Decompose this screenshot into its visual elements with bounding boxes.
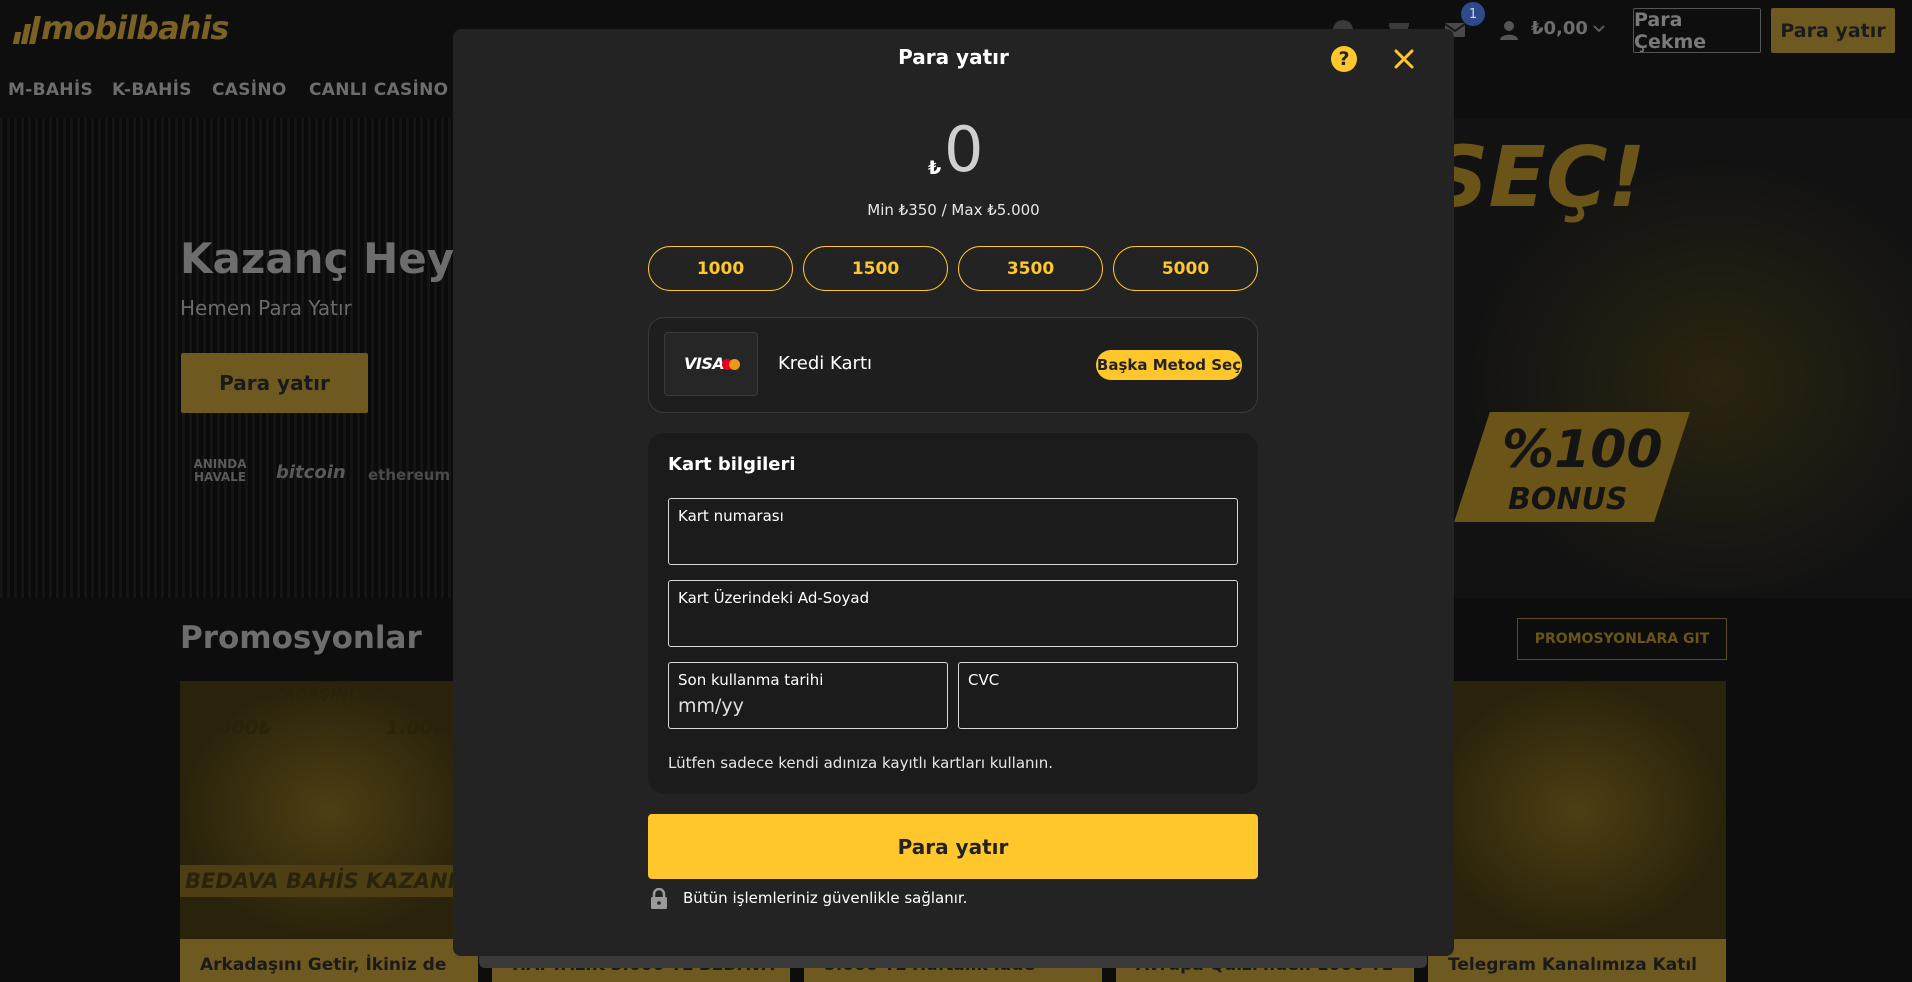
card-holder-input[interactable] <box>678 609 1228 639</box>
promo-card[interactable]: ARKADAŞINI GETİR 1.000₺ 1.000₺ BEDAVA BA… <box>180 681 478 982</box>
user-icon[interactable] <box>1497 18 1521 42</box>
card-number-label: Kart numarası <box>678 507 784 525</box>
logo-bars-icon <box>12 14 41 44</box>
preset-amount-button[interactable]: 5000 <box>1113 246 1258 291</box>
security-note: Bütün işlemleriniz güvenlikle sağlanır. <box>683 889 968 907</box>
card-ownership-note: Lütfen sadece kendi adınıza kayıtlı kart… <box>668 754 1053 772</box>
havale-logo: ANINDA HAVALE <box>193 457 247 484</box>
cvc-field[interactable]: CVC <box>958 662 1238 729</box>
promo-card-amount-right: 1.000₺ <box>386 717 460 739</box>
hero-banner-text: SEÇ! <box>1428 128 1646 226</box>
bonus-label: BONUS <box>1508 482 1628 517</box>
hero-deposit-button[interactable]: Para yatır <box>181 353 368 413</box>
preset-amount-button[interactable]: 3500 <box>958 246 1103 291</box>
deposit-button[interactable]: Para yatır <box>1771 8 1895 53</box>
nav-item-m-bahis[interactable]: M-BAHİS <box>8 80 93 100</box>
amount-currency: ₺ <box>928 157 942 179</box>
nav-item-k-bahis[interactable]: K-BAHİS <box>112 80 192 100</box>
lock-icon <box>651 888 667 909</box>
promo-card-caption: Arkadaşını Getir, İkiniz de <box>180 939 478 982</box>
expiry-input[interactable] <box>678 691 938 721</box>
nav-item-casino[interactable]: CASİNO <box>212 80 287 100</box>
promotions-link[interactable]: PROMOSYONLARA GIT <box>1517 618 1727 660</box>
expiry-label: Son kullanma tarihi <box>678 671 824 689</box>
balance-amount[interactable]: ₺0,00 <box>1531 18 1588 39</box>
nav-item-canli-casino[interactable]: CANLI CASİNO <box>309 80 448 100</box>
expiry-field[interactable]: Son kullanma tarihi <box>668 662 948 729</box>
notification-badge: 1 <box>1461 2 1485 26</box>
payment-method-name: Kredi Kartı <box>778 353 873 374</box>
promotions-title: Promosyonlar <box>180 620 422 656</box>
bitcoin-logo: bitcoin <box>276 462 346 483</box>
promo-card-banner: BEDAVA BAHİS KAZANIN <box>180 865 478 897</box>
withdraw-button[interactable]: Para Çekme <box>1633 8 1761 53</box>
preset-amount-button[interactable]: 1500 <box>803 246 948 291</box>
promo-card-tag: ARKADAŞINI GETİR <box>248 685 410 703</box>
promo-card-image <box>1428 681 1726 939</box>
card-number-input[interactable] <box>678 527 1228 557</box>
cvc-label: CVC <box>968 671 1000 689</box>
promo-card[interactable]: Telegram Kanalımıza Katıl <box>1428 681 1726 982</box>
hero-subtitle: Hemen Para Yatır <box>180 296 352 320</box>
preset-amount-button[interactable]: 1000 <box>648 246 793 291</box>
amount-limits: Min ₺350 / Max ₺5.000 <box>867 201 1040 219</box>
promo-card-caption: Telegram Kanalımıza Katıl <box>1428 939 1726 982</box>
logo-text: mobilbahis <box>41 9 229 47</box>
cvc-input[interactable] <box>968 691 1228 721</box>
help-icon[interactable]: ? <box>1331 46 1357 72</box>
modal-bottom-strip <box>479 956 1427 968</box>
card-holder-field[interactable]: Kart Üzerindeki Ad-Soyad <box>668 580 1238 647</box>
modal-title: Para yatır <box>898 45 1009 69</box>
change-method-button[interactable]: Başka Metod Seç <box>1096 350 1242 380</box>
ethereum-logo: ethereum <box>368 466 451 484</box>
visa-logo: VISA <box>684 354 725 373</box>
submit-deposit-button[interactable]: Para yatır <box>648 814 1258 879</box>
amount-input[interactable]: 0 <box>944 114 983 186</box>
chevron-down-icon[interactable] <box>1591 20 1607 36</box>
close-icon[interactable] <box>1390 45 1418 73</box>
card-holder-label: Kart Üzerindeki Ad-Soyad <box>678 589 870 607</box>
mastercard-icon-overlap <box>729 359 740 370</box>
card-info-title: Kart bilgileri <box>668 454 796 475</box>
promo-card-amount-left: 1.000₺ <box>198 717 272 739</box>
bonus-percent: %100 <box>1502 420 1663 480</box>
card-number-field[interactable]: Kart numarası <box>668 498 1238 565</box>
site-logo[interactable]: mobilbahis <box>12 9 229 47</box>
